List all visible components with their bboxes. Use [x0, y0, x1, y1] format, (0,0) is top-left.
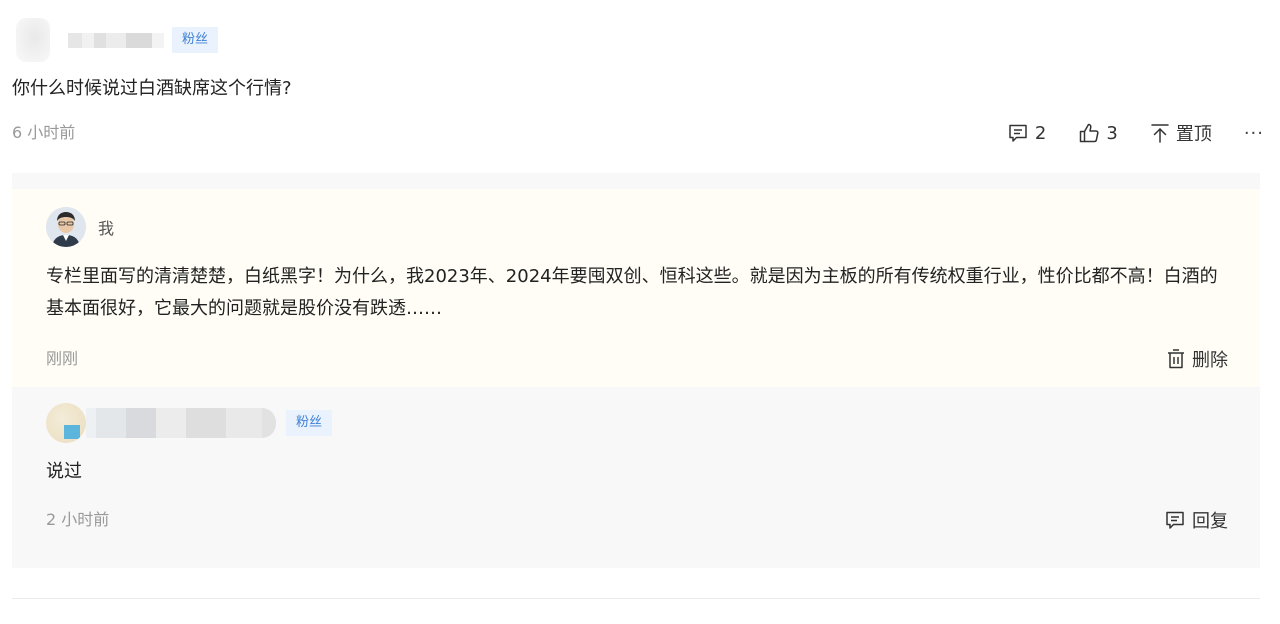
trash-icon — [1166, 348, 1186, 370]
reply-time: 2 小时前 — [46, 510, 110, 529]
commenter-name-redacted[interactable] — [68, 32, 164, 48]
reply-item-self: 我 专栏里面写的清清楚楚，白纸黑字！为什么，我2023年、2024年要囤双创、恒… — [12, 189, 1260, 387]
reply-label: 回复 — [1192, 511, 1228, 532]
main-comment: 粉丝 你什么时候说过白酒缺席这个行情? 6 小时前 2 3 置顶 ··· — [12, 18, 1268, 148]
my-avatar[interactable] — [46, 207, 86, 247]
reply-count-button[interactable]: 2 — [1007, 122, 1046, 144]
comment-header: 粉丝 — [12, 18, 1268, 62]
delete-label: 删除 — [1192, 350, 1228, 371]
reply-button[interactable]: 回复 — [1164, 505, 1228, 535]
divider — [12, 598, 1260, 599]
reply-text: 专栏里面写的清清楚楚，白纸黑字！为什么，我2023年、2024年要囤双创、恒科这… — [46, 266, 1218, 319]
reply-time: 刚刚 — [46, 349, 79, 368]
comment-text: 你什么时候说过白酒缺席这个行情? — [12, 78, 292, 99]
comment-bubble-icon — [1007, 122, 1029, 144]
thumbs-up-icon — [1078, 122, 1100, 144]
reply-text: 说过 — [46, 461, 82, 482]
commenter-avatar[interactable] — [16, 18, 50, 62]
reply-meta: 2 小时前 回复 — [46, 505, 1228, 535]
reply-meta: 刚刚 删除 — [46, 344, 1228, 374]
comment-meta: 6 小时前 2 3 置顶 ··· — [12, 118, 1268, 148]
pin-button[interactable]: 置顶 — [1150, 120, 1212, 146]
comment-actions: 2 3 置顶 ··· — [1007, 118, 1268, 148]
my-name[interactable]: 我 — [98, 215, 114, 239]
like-button[interactable]: 3 — [1078, 122, 1118, 144]
reply-count: 2 — [1034, 122, 1047, 144]
like-count: 3 — [1106, 122, 1118, 144]
more-icon: ··· — [1243, 122, 1264, 144]
delete-button[interactable]: 删除 — [1166, 344, 1228, 374]
pin-top-icon — [1150, 122, 1170, 144]
comment-bubble-icon — [1164, 509, 1186, 531]
reply-header: 我 — [46, 207, 114, 247]
replies-section: 我 专栏里面写的清清楚楚，白纸黑字！为什么，我2023年、2024年要囤双创、恒… — [12, 173, 1260, 568]
reply-header: 粉丝 — [46, 403, 333, 443]
more-options-button[interactable]: ··· — [1244, 123, 1268, 144]
reply-author-name-redacted[interactable] — [86, 408, 276, 438]
pin-label: 置顶 — [1175, 124, 1212, 145]
reply-item: 粉丝 说过 2 小时前 回复 — [12, 387, 1260, 568]
reply-author-avatar[interactable] — [46, 403, 86, 443]
comment-time: 6 小时前 — [12, 123, 76, 142]
fan-badge: 粉丝 — [286, 410, 333, 436]
fan-badge: 粉丝 — [172, 27, 219, 53]
